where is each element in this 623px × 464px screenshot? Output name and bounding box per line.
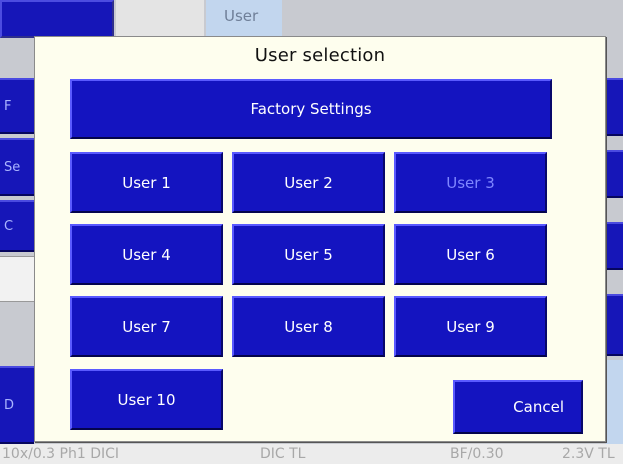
status-contrast: DIC TL	[260, 446, 306, 462]
user-5-button[interactable]: User 5	[232, 224, 385, 285]
status-voltage: 2.3V TL	[562, 446, 615, 462]
background-right-panel	[606, 360, 623, 444]
background-tab[interactable]	[0, 0, 114, 38]
user-1-button[interactable]: User 1	[70, 152, 223, 213]
background-left-button[interactable]: C	[0, 200, 34, 252]
user-3-button: User 3	[394, 152, 547, 213]
user-2-button[interactable]: User 2	[232, 152, 385, 213]
background-left-field	[0, 256, 34, 302]
user-7-button[interactable]: User 7	[70, 296, 223, 357]
user-6-button[interactable]: User 6	[394, 224, 547, 285]
background-left-button[interactable]: D	[0, 366, 34, 444]
user-4-button[interactable]: User 4	[70, 224, 223, 285]
background-right-button[interactable]	[606, 222, 623, 270]
dialog-title: User selection	[254, 45, 386, 66]
user-8-button[interactable]: User 8	[232, 296, 385, 357]
status-objective: 10x/0.3 Ph1 DICI	[2, 446, 120, 462]
cancel-button[interactable]: Cancel	[453, 380, 583, 434]
background-right-button[interactable]	[606, 78, 623, 136]
background-tab[interactable]	[116, 0, 204, 38]
background-right-button[interactable]	[606, 294, 623, 356]
status-filter: BF/0.30	[450, 446, 504, 462]
background-tab-user[interactable]: User	[206, 0, 282, 38]
background-left-button[interactable]: F	[0, 78, 34, 134]
factory-settings-button[interactable]: Factory Settings	[70, 79, 552, 139]
user-10-button[interactable]: User 10	[70, 369, 223, 430]
background-tab-bar: User	[0, 0, 623, 38]
user-9-button[interactable]: User 9	[394, 296, 547, 357]
background-left-button[interactable]: Se	[0, 138, 34, 196]
background-right-button[interactable]	[606, 150, 623, 198]
status-bar: 10x/0.3 Ph1 DICI DIC TL BF/0.30 2.3V TL	[0, 444, 623, 464]
user-selection-dialog: User selection Factory Settings User 1 U…	[34, 36, 606, 442]
